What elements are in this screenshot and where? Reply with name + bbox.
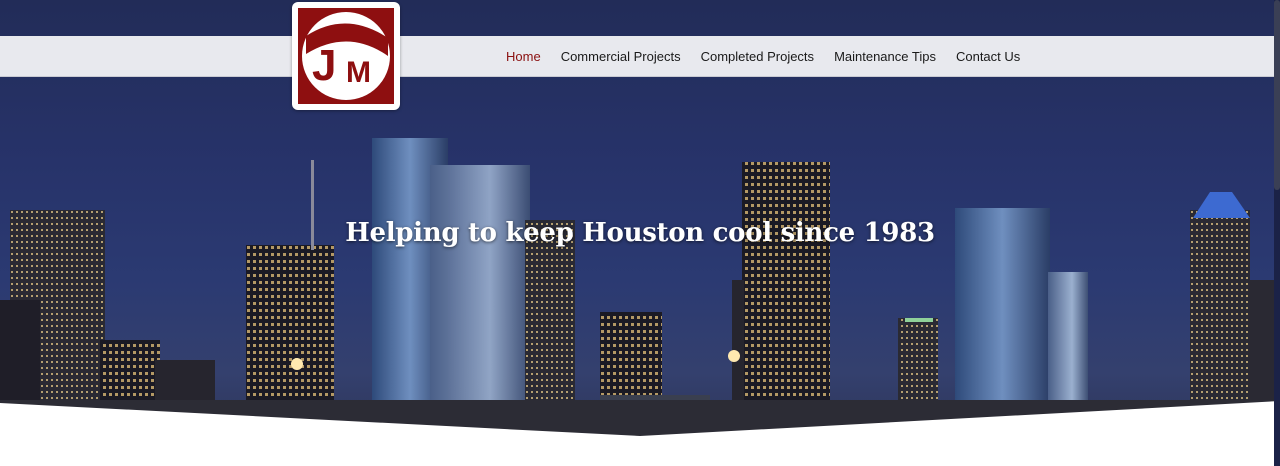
top-navbar: Home Commercial Projects Completed Proje…: [0, 36, 1274, 77]
logo-mark-icon: J M: [298, 8, 394, 104]
page-scrollbar[interactable]: [1274, 0, 1280, 466]
nav-item-commercial-projects[interactable]: Commercial Projects: [561, 49, 681, 64]
hero-headline: Helping to keep Houston cool since 1983: [345, 218, 935, 248]
site-logo[interactable]: J M: [292, 2, 400, 110]
nav-item-home[interactable]: Home: [506, 49, 541, 64]
main-navigation: Home Commercial Projects Completed Proje…: [506, 36, 1020, 76]
nav-item-maintenance-tips[interactable]: Maintenance Tips: [834, 49, 936, 64]
logo-letter-m: M: [346, 56, 371, 89]
logo-letter-j: J: [312, 41, 336, 90]
logo-graphic: J M: [302, 12, 390, 100]
nav-item-completed-projects[interactable]: Completed Projects: [701, 49, 814, 64]
scrollbar-thumb[interactable]: [1274, 0, 1280, 190]
nav-item-contact-us[interactable]: Contact Us: [956, 49, 1020, 64]
